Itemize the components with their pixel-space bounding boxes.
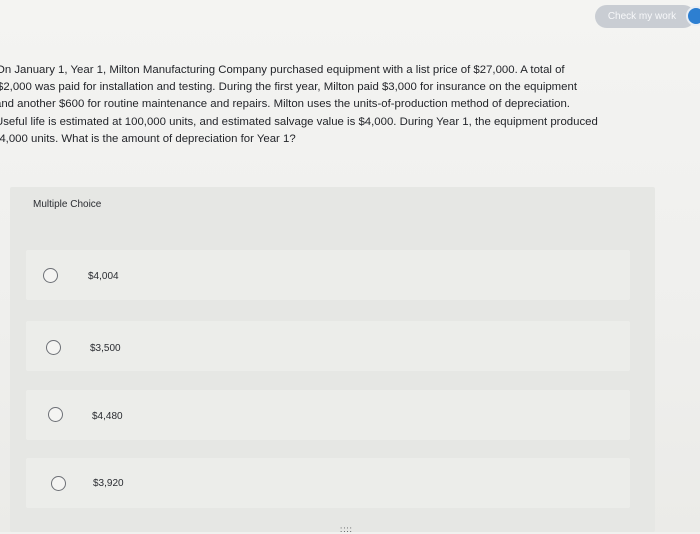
answer-option-label: $4,480: [92, 411, 123, 422]
answer-option[interactable]: $4,004: [26, 250, 630, 300]
question-line: and another $600 for routine maintenance…: [0, 98, 570, 111]
answer-option-label: $4,004: [88, 271, 119, 282]
page: Check my work On January 1, Year 1, Milt…: [0, 0, 700, 534]
multiple-choice-label: Multiple Choice: [33, 199, 102, 210]
answer-option[interactable]: $3,920: [26, 458, 630, 508]
question-text: On January 1, Year 1, Milton Manufacturi…: [0, 62, 666, 148]
radio-button-icon[interactable]: [48, 407, 63, 422]
question-line: $2,000 was paid for installation and tes…: [0, 81, 578, 94]
radio-button-icon[interactable]: [51, 476, 66, 491]
radio-button-icon[interactable]: [43, 268, 58, 283]
radio-button-icon[interactable]: [46, 340, 61, 355]
notification-badge-icon[interactable]: [686, 6, 700, 26]
answer-option[interactable]: $3,500: [26, 321, 630, 371]
pagination-dots-icon: ::::: [340, 525, 353, 534]
question-line: Useful life is estimated at 100,000 unit…: [0, 115, 598, 128]
check-my-work-button[interactable]: Check my work: [595, 5, 695, 28]
answer-option[interactable]: $4,480: [26, 390, 630, 440]
question-line: On January 1, Year 1, Milton Manufacturi…: [0, 64, 565, 76]
answer-option-label: $3,920: [93, 478, 124, 489]
question-line: 14,000 units. What is the amount of depr…: [0, 132, 296, 145]
answer-option-label: $3,500: [90, 343, 121, 354]
